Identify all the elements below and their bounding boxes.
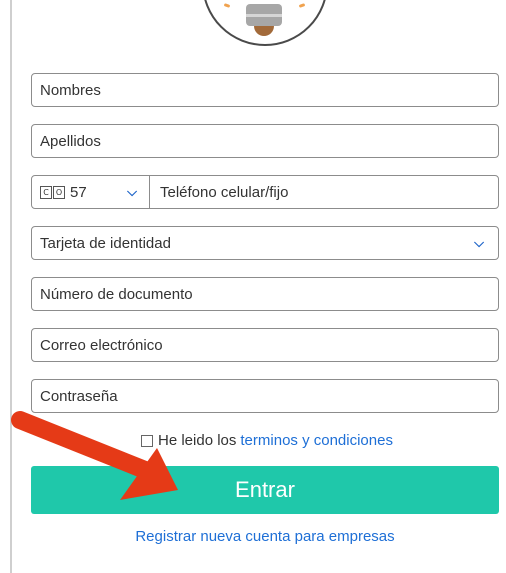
terms-link[interactable]: terminos y condiciones xyxy=(240,432,393,449)
nombres-input[interactable] xyxy=(32,74,498,106)
country-code-select[interactable]: C O 57 ⌵ xyxy=(32,176,150,208)
document-type-select[interactable]: Tarjeta de identidad ⌵ xyxy=(31,226,499,260)
document-number-input[interactable] xyxy=(32,278,498,310)
nombres-field[interactable] xyxy=(31,73,499,107)
lightbulb-logo-icon xyxy=(202,0,328,46)
terms-row: He leido los terminos y condiciones xyxy=(141,432,393,449)
email-input[interactable] xyxy=(32,329,498,361)
password-input[interactable] xyxy=(32,380,498,412)
terms-prefix: He leido los xyxy=(158,432,237,449)
chevron-down-icon: ⌵ xyxy=(474,235,484,250)
register-company-link[interactable]: Registrar nueva cuenta para empresas xyxy=(0,528,506,545)
email-field[interactable] xyxy=(31,328,499,362)
entrar-button[interactable]: Entrar xyxy=(31,466,499,514)
document-number-field[interactable] xyxy=(31,277,499,311)
left-border xyxy=(10,0,12,573)
apellidos-field[interactable] xyxy=(31,124,499,158)
terms-checkbox[interactable] xyxy=(141,434,153,447)
flag-letter-o: O xyxy=(53,185,65,199)
password-field[interactable] xyxy=(31,379,499,413)
country-code: 57 xyxy=(70,183,87,201)
document-type-value: Tarjeta de identidad xyxy=(40,234,171,252)
apellidos-input[interactable] xyxy=(32,125,498,157)
phone-input[interactable] xyxy=(150,176,498,208)
phone-field: C O 57 ⌵ xyxy=(31,175,499,209)
flag-letter-c: C xyxy=(40,185,52,199)
phone-input-wrap xyxy=(150,176,498,208)
chevron-down-icon: ⌵ xyxy=(127,184,137,199)
